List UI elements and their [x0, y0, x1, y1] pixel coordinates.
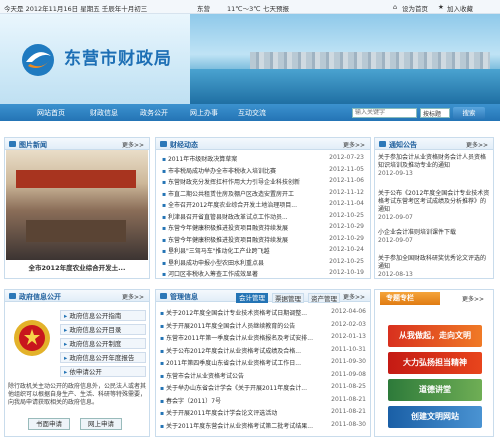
- promo-civilized-website[interactable]: 创建文明网站: [388, 406, 482, 428]
- search-button[interactable]: 搜索: [453, 107, 485, 119]
- tab-assets[interactable]: 资产管理: [308, 293, 340, 303]
- nav-public-affairs[interactable]: 政务公开: [140, 108, 168, 118]
- gov-info-link[interactable]: ▸ 依申请公开: [60, 366, 146, 377]
- photo-news-icon: [9, 141, 16, 147]
- promo-morality-lecture[interactable]: 道德讲堂: [388, 379, 482, 401]
- manage-item[interactable]: ▪ 关于开展2011年度会计学会论文评选活动 2011-08-21: [160, 408, 366, 417]
- tab-receipts[interactable]: 票据管理: [272, 293, 304, 303]
- national-emblem-icon: [14, 320, 50, 356]
- nav-finance-info[interactable]: 财政信息: [90, 108, 118, 118]
- search-scope-select[interactable]: 按标题: [420, 108, 450, 118]
- news-item[interactable]: ▪ 全市召开2012年度农业综合开发土地治理项目... 2012-11-04: [162, 200, 364, 209]
- photo-news-title: 图片新闻: [19, 141, 47, 149]
- photo-banner: [16, 170, 136, 188]
- news-item[interactable]: ▪ 东营财政充分发挥扛杆作用大力引导企业科技创新 2012-11-06: [162, 177, 364, 186]
- finance-news-more[interactable]: 更多>>: [343, 140, 365, 149]
- nav-online-service[interactable]: 网上办事: [190, 108, 218, 118]
- notice-item[interactable]: 关于公布《2012年度全国会计专业技术资格考试东营考区考试成绩及分析推荐》的通知…: [378, 190, 490, 222]
- nav-interaction[interactable]: 互动交流: [238, 108, 266, 118]
- gov-info-icon: [9, 293, 16, 299]
- header-banner: 东营市财政局: [0, 14, 500, 104]
- weather-forecast-link[interactable]: 七天预报: [263, 3, 289, 13]
- photo-people: [26, 220, 126, 242]
- gov-info-link[interactable]: ▸ 政府信息公开制度: [60, 338, 146, 349]
- notice-more[interactable]: 更多>>: [466, 140, 488, 149]
- manage-item[interactable]: ▪ 东营市2011年第一季度会计从业资格报名及考试安排... 2012-01-13: [160, 333, 366, 342]
- manage-item[interactable]: ▪ 关于公布2012年度会计从业资格考试成绩及合格... 2011-10-31: [160, 346, 366, 355]
- notice-icon: [379, 141, 386, 147]
- gov-info-link[interactable]: ▸ 政府信息公开目录: [60, 324, 146, 335]
- weather-city: 东营: [197, 5, 210, 13]
- gov-info-link[interactable]: ▸ 政府信息公开指南: [60, 310, 146, 321]
- gov-info-link[interactable]: ▸ 政府信息公开年度报告: [60, 352, 146, 363]
- notice-item[interactable]: 关于参加全国财政科研奖优秀论文评选的通知 2012-08-13: [378, 255, 490, 279]
- manage-item[interactable]: ▪ 关于举办山东省会计学会《关于开展2011年度会计... 2011-08-25: [160, 383, 366, 392]
- notice-item[interactable]: 小企业会计准则培训课件下载 2012-09-07: [378, 229, 490, 245]
- manage-item[interactable]: ▪ 关于2012年度全国会计专业技术资格考试日期调整... 2012-04-06: [160, 308, 366, 317]
- home-icon: ⌂: [393, 3, 398, 11]
- news-item[interactable]: ▪ 东营今年健康积极推进投资项目融资持续发展 2012-10-29: [162, 235, 364, 244]
- news-item[interactable]: ▪ 东营今年健康积极推进投资项目融资持续发展 2012-10-29: [162, 223, 364, 232]
- top-bar: 今天是 2012年11月16日 星期五 壬辰年十月初三 东营 11℃～3℃ 七天…: [0, 0, 500, 14]
- written-apply-button[interactable]: 书面申请: [28, 418, 70, 430]
- notice-title: 通知公告: [389, 141, 417, 149]
- weather-temp: 11℃～3℃: [227, 5, 261, 13]
- manage-info-icon: [160, 293, 167, 299]
- manage-item[interactable]: ▪ 关于2011年度东营会计从业资格考试第二批考试结果... 2011-08-30: [160, 421, 366, 430]
- tab-accounting[interactable]: 会计管理: [236, 293, 268, 303]
- special-more[interactable]: 更多>>: [462, 294, 484, 303]
- news-item[interactable]: ▪ 利津县召开省直管县财政改革试点工作动员... 2012-10-25: [162, 212, 364, 221]
- finance-news-icon: [160, 141, 167, 147]
- logo-icon: [22, 44, 54, 76]
- promo-civilization[interactable]: 从我做起，走向文明: [388, 325, 482, 347]
- search-input[interactable]: [352, 108, 417, 118]
- finance-news-title: 财经动态: [170, 141, 198, 149]
- add-favorite-link[interactable]: 加入收藏: [447, 3, 473, 13]
- photo-news-more[interactable]: 更多>>: [122, 140, 144, 149]
- news-photo[interactable]: [6, 150, 148, 260]
- manage-item[interactable]: ▪ 东营市会计从业资格考试公告 2011-09-08: [160, 371, 366, 380]
- manage-item[interactable]: ▪ 关于开展2011年度全国会计人员继续教育的公告 2012-02-03: [160, 321, 366, 330]
- manage-info-title: 管理信息: [170, 293, 198, 301]
- gov-info-more[interactable]: 更多>>: [122, 292, 144, 301]
- online-apply-button[interactable]: 网上申请: [80, 418, 122, 430]
- news-item[interactable]: ▪ 垦利县"三驾马车"推动化工产业跨飞越 2012-10-24: [162, 246, 364, 255]
- date-text: 今天是 2012年11月16日 星期五 壬辰年十月初三: [4, 5, 148, 13]
- nav-home[interactable]: 网站首页: [37, 108, 65, 118]
- gov-info-desc: 除行政机关主动公开的政府信息外，公民法人或者其他组织可以根据自身生产、生活、科研…: [8, 383, 147, 406]
- manage-item[interactable]: ▪ 春会字（2011）7号 2011-08-21: [160, 396, 366, 405]
- photo-caption[interactable]: 全市2012年度农业综合开发土...: [6, 262, 148, 272]
- manage-item[interactable]: ▪ 2011年第四季度山东省会计从业资格考试工作日... 2011-09-30: [160, 358, 366, 367]
- gov-info-title: 政府信息公开: [19, 293, 61, 301]
- news-item[interactable]: ▪ 市直二期公共租赁住房及棚户区改造安置房开工 2012-11-12: [162, 189, 364, 198]
- set-home-link[interactable]: 设为首页: [402, 3, 428, 13]
- promo-responsibility[interactable]: 大力弘扬担当精神: [388, 352, 482, 374]
- manage-info-more[interactable]: 更多>>: [343, 292, 365, 301]
- news-item[interactable]: ▪ 垦利县成功申报小型农田水利重点县 2012-10-25: [162, 258, 364, 267]
- news-item[interactable]: ▪ 市非税局成功举办全市非税收入培训比赛 2012-11-05: [162, 166, 364, 175]
- news-item[interactable]: ▪ 河口区非税收入筹查工作成效显著 2012-10-19: [162, 269, 364, 278]
- special-title: 专题专栏: [380, 292, 440, 305]
- news-item[interactable]: ▪ 2011年市级财政决算草案 2012-07-23: [162, 154, 364, 163]
- banner-water: [190, 69, 500, 104]
- site-title: 东营市财政局: [64, 49, 172, 69]
- notice-item[interactable]: 关于参加会计从业资格财务会计人员资格知识培训及推动专业的通知 2012-09-13: [378, 154, 490, 178]
- star-icon: ★: [438, 3, 444, 11]
- banner-city: [250, 52, 490, 70]
